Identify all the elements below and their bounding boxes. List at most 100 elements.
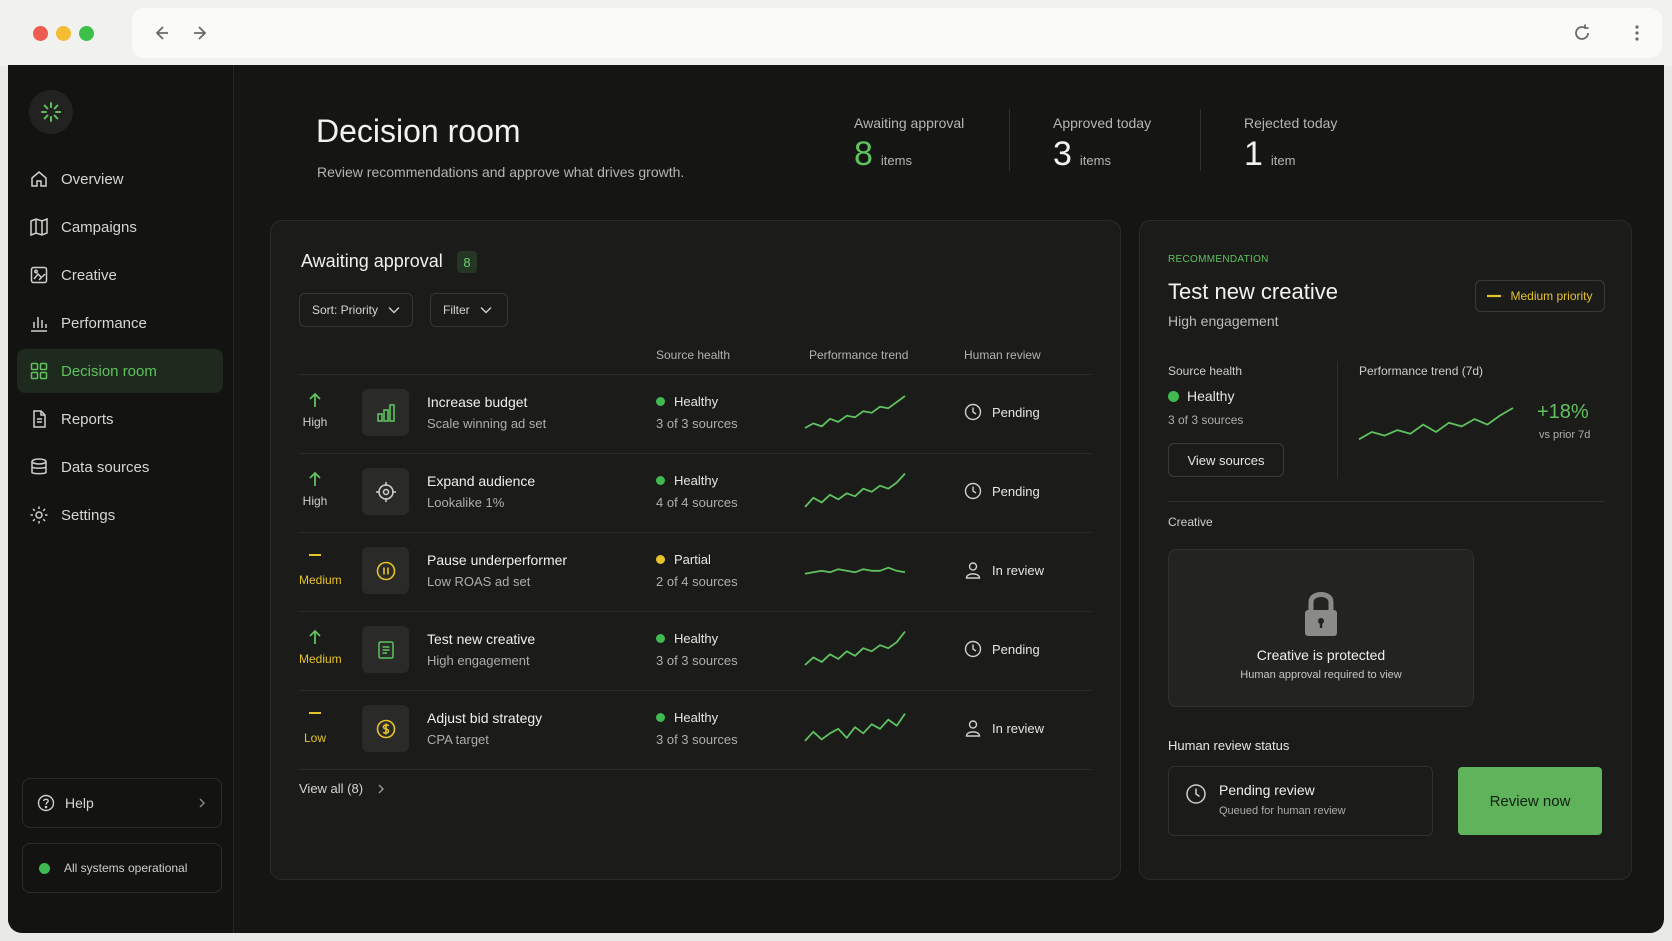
sidebar-item-performance[interactable]: Performance	[17, 301, 223, 345]
stat-unit: item	[1270, 153, 1296, 168]
source-health-label: Source health	[1168, 364, 1243, 378]
health-dot-icon	[1168, 390, 1179, 402]
column-header-human-review: Human review	[964, 348, 1041, 362]
sidebar-item-settings[interactable]: Settings	[17, 493, 223, 537]
back-arrow-icon[interactable]	[150, 22, 172, 44]
maximize-window-dot[interactable]	[79, 26, 94, 41]
health-label: Healthy	[674, 473, 719, 488]
clock-icon	[964, 403, 982, 421]
health-label: Partial	[674, 552, 711, 567]
sort-dropdown[interactable]: Sort: Priority	[299, 293, 413, 327]
review-status: Pending	[964, 640, 1040, 658]
chevron-down-icon	[480, 307, 492, 314]
clock-icon	[1186, 784, 1206, 804]
view-all-link[interactable]: View all (8)	[299, 781, 385, 796]
table-row[interactable]: Medium Pause underperformer Low ROAS ad …	[299, 533, 1091, 611]
stat-rejected-today: Rejected today 1 item	[1244, 115, 1337, 174]
table-row[interactable]: High Expand audience Lookalike 1% Health…	[299, 454, 1091, 532]
minimize-window-dot[interactable]	[56, 26, 71, 41]
table-row[interactable]: Medium Test new creative High engagement…	[299, 612, 1091, 690]
sidebar-item-label: Overview	[61, 170, 124, 188]
dash-icon	[309, 712, 321, 714]
arrow-up-icon	[309, 392, 321, 407]
health-dot-icon	[656, 476, 665, 485]
sidebar-item-label: Data sources	[61, 458, 150, 476]
stat-label: Approved today	[1053, 115, 1152, 131]
review-status-subtext: Queued for human review	[1219, 805, 1346, 817]
home-icon	[31, 171, 47, 187]
app-window: Overview Campaigns Creative Performance …	[8, 65, 1664, 933]
sparkline-path	[804, 566, 906, 575]
stat-value: 1	[1244, 135, 1263, 173]
document-icon	[377, 640, 394, 659]
clock-icon	[964, 640, 982, 658]
chevron-right-icon	[378, 784, 385, 793]
detail-title: Test new creative	[1168, 279, 1338, 304]
address-bar[interactable]	[132, 8, 1662, 58]
status-dot-icon	[39, 862, 50, 874]
sidebar-item-decision-room[interactable]: Decision room	[17, 349, 223, 393]
priority-label: Low	[303, 731, 326, 745]
more-menu-icon[interactable]	[1626, 22, 1648, 44]
priority-label: High	[302, 494, 328, 508]
sidebar-item-label: Decision room	[61, 362, 157, 380]
divider	[299, 769, 1091, 770]
sidebar-item-label: Creative	[61, 266, 117, 284]
review-label: Pending	[992, 483, 1040, 499]
detail-trend-sparkline	[1358, 407, 1514, 441]
divider	[1009, 109, 1010, 171]
sidebar-item-overview[interactable]: Overview	[17, 157, 223, 201]
source-health: Healthy	[656, 631, 718, 646]
reload-icon[interactable]	[1571, 22, 1593, 44]
pause-icon	[376, 561, 395, 580]
sparkline-path	[804, 630, 906, 666]
close-window-dot[interactable]	[33, 26, 48, 41]
system-status: All systems operational	[22, 843, 222, 893]
sidebar-item-label: Reports	[61, 410, 114, 428]
stat-unit: items	[880, 153, 912, 168]
source-count: 3 of 3 sources	[1168, 413, 1244, 427]
health-dot-icon	[656, 713, 665, 722]
priority-indicator: Medium	[299, 549, 342, 587]
page-title: Decision room	[316, 113, 521, 149]
creative-label: Creative	[1168, 515, 1213, 529]
bar-chart-icon	[376, 403, 395, 422]
sidebar-item-data-sources[interactable]: Data sources	[17, 445, 223, 489]
sidebar-item-campaigns[interactable]: Campaigns	[17, 205, 223, 249]
panel-title: Awaiting approval	[301, 251, 443, 271]
review-label: In review	[992, 562, 1045, 578]
sidebar-item-reports[interactable]: Reports	[17, 397, 223, 441]
source-count: 3 of 3 sources	[656, 732, 738, 747]
sort-label: Sort: Priority	[312, 303, 379, 317]
divider	[1168, 501, 1605, 502]
help-button[interactable]: Help	[22, 778, 222, 828]
review-label: Pending	[992, 404, 1040, 420]
approval-queue-panel: Awaiting approval 8 Sort: Priority Filte…	[270, 220, 1121, 880]
target-icon	[375, 481, 396, 502]
stat-label: Rejected today	[1244, 115, 1338, 131]
column-header-performance-trend: Performance trend	[809, 348, 909, 362]
priority-badge-label: Medium priority	[1510, 289, 1593, 303]
review-status: In review	[964, 561, 1044, 579]
dash-icon	[1487, 294, 1502, 298]
help-circle-icon	[37, 794, 55, 812]
source-health: Partial	[656, 552, 711, 567]
filter-label: Filter	[443, 303, 470, 317]
brand-logo-icon[interactable]	[29, 90, 73, 134]
arrow-up-icon	[309, 629, 321, 644]
sparkline-path	[1358, 407, 1514, 441]
action-icon-tile	[362, 547, 409, 594]
filter-dropdown[interactable]: Filter	[430, 293, 508, 327]
help-label: Help	[65, 795, 94, 811]
action-icon-tile	[362, 705, 409, 752]
forward-arrow-icon[interactable]	[190, 22, 212, 44]
stat-value: 3	[1053, 135, 1072, 173]
view-sources-button[interactable]: View sources	[1168, 443, 1284, 477]
trend-sparkline	[804, 713, 906, 742]
action-icon-tile	[362, 468, 409, 515]
sidebar-item-creative[interactable]: Creative	[17, 253, 223, 297]
table-row[interactable]: Low Adjust bid strategy CPA target Healt…	[299, 691, 1091, 769]
review-now-button[interactable]: Review now	[1458, 767, 1602, 835]
table-row[interactable]: High Increase budget Scale winning ad se…	[299, 375, 1091, 453]
row-subtitle: CPA target	[427, 732, 489, 747]
